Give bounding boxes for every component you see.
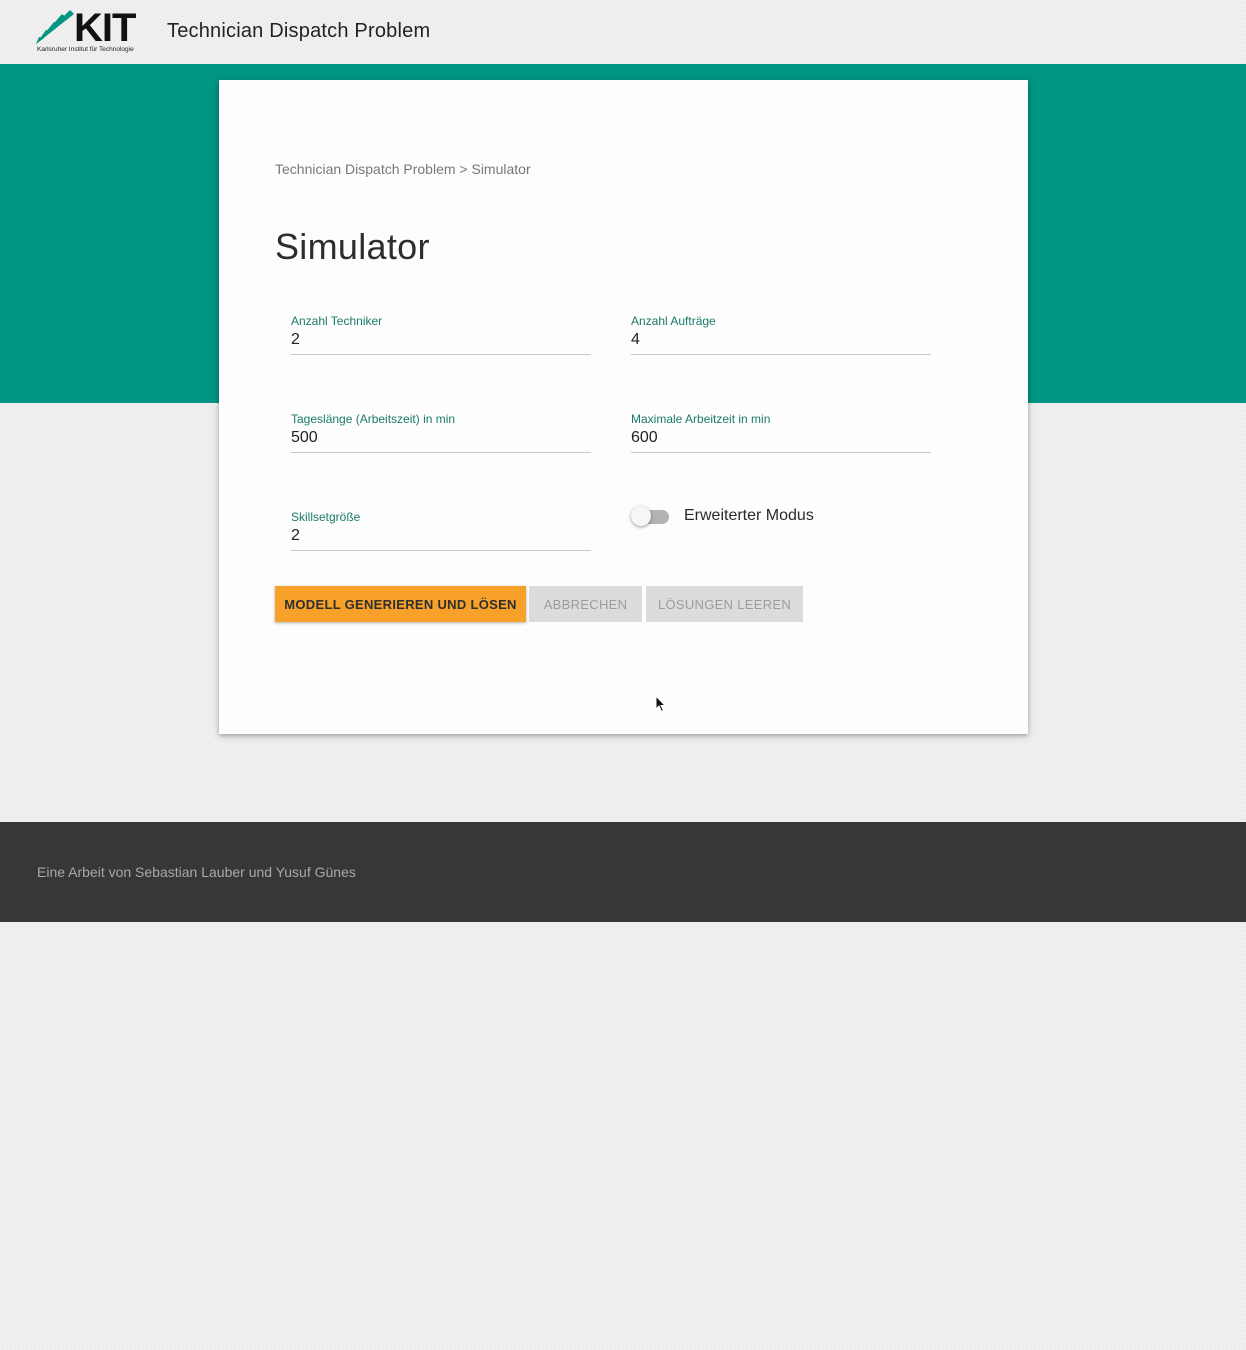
simulator-card: Technician Dispatch Problem > Simulator … — [219, 80, 1028, 734]
orders-field: Anzahl Aufträge — [631, 314, 931, 355]
technicians-input[interactable] — [291, 329, 591, 351]
footer: Eine Arbeit von Sebastian Lauber und Yus… — [0, 822, 1246, 922]
kit-logo-rays-icon — [36, 10, 74, 44]
app-title[interactable]: Technician Dispatch Problem — [167, 20, 430, 43]
max-work-time-field: Maximale Arbeitzeit in min — [631, 412, 931, 453]
day-length-label: Tageslänge (Arbeitszeit) in min — [291, 412, 456, 426]
skillset-size-label: Skillsetgröße — [291, 510, 361, 524]
advanced-mode-label[interactable]: Erweiterter Modus — [684, 507, 814, 525]
cancel-button[interactable]: ABBRECHEN — [529, 586, 642, 622]
day-length-field: Tageslänge (Arbeitszeit) in min — [291, 412, 591, 453]
logo-subtitle: Karlsruher Institut für Technologie — [37, 46, 134, 53]
toggle-thumb[interactable] — [631, 506, 651, 526]
technicians-label: Anzahl Techniker — [291, 314, 383, 328]
technicians-field: Anzahl Techniker — [291, 314, 591, 355]
orders-input[interactable] — [631, 329, 931, 351]
day-length-input[interactable] — [291, 427, 591, 449]
page-title: Simulator — [275, 226, 430, 267]
orders-label: Anzahl Aufträge — [631, 314, 716, 328]
generate-and-solve-button[interactable]: MODELL GENERIEREN UND LÖSEN — [275, 586, 526, 622]
top-bar: KIT Karlsruher Institut für Technologie … — [0, 0, 1246, 64]
skillset-size-input[interactable] — [291, 525, 591, 547]
max-work-time-input[interactable] — [631, 427, 931, 449]
max-work-time-label: Maximale Arbeitzeit in min — [631, 412, 771, 426]
skillset-size-field: Skillsetgröße — [291, 510, 591, 551]
mouse-pointer-icon — [655, 695, 667, 713]
logo-wordmark: KIT — [74, 6, 136, 50]
kit-logo[interactable]: KIT Karlsruher Institut für Technologie — [36, 6, 140, 56]
footer-credits: Eine Arbeit von Sebastian Lauber und Yus… — [37, 864, 356, 880]
breadcrumb[interactable]: Technician Dispatch Problem > Simulator — [275, 161, 531, 177]
clear-solutions-button[interactable]: LÖSUNGEN LEEREN — [646, 586, 803, 622]
